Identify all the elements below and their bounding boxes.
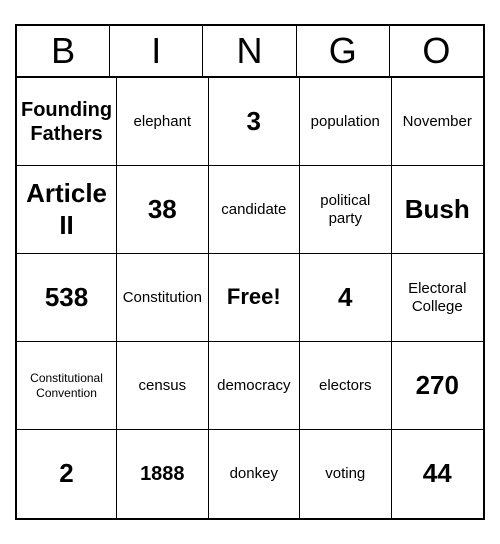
bingo-cell: donkey — [209, 430, 300, 518]
bingo-cell: Free! — [209, 254, 300, 342]
bingo-cell: democracy — [209, 342, 300, 430]
bingo-header: BINGO — [17, 26, 483, 78]
bingo-cell: Constitution — [117, 254, 208, 342]
bingo-cell: 270 — [392, 342, 483, 430]
header-letter: G — [297, 26, 390, 76]
bingo-cell: elephant — [117, 78, 208, 166]
bingo-cell: census — [117, 342, 208, 430]
bingo-cell: 538 — [17, 254, 117, 342]
header-letter: N — [203, 26, 296, 76]
header-letter: B — [17, 26, 110, 76]
bingo-card: BINGO Founding Fatherselephant3populatio… — [15, 24, 485, 520]
bingo-cell: Constitutional Convention — [17, 342, 117, 430]
bingo-cell: 2 — [17, 430, 117, 518]
bingo-cell: population — [300, 78, 391, 166]
bingo-cell: political party — [300, 166, 391, 254]
bingo-cell: Founding Fathers — [17, 78, 117, 166]
bingo-cell: 44 — [392, 430, 483, 518]
bingo-cell: Article II — [17, 166, 117, 254]
bingo-cell: Electoral College — [392, 254, 483, 342]
bingo-cell: electors — [300, 342, 391, 430]
bingo-grid: Founding Fatherselephant3populationNovem… — [17, 78, 483, 518]
header-letter: I — [110, 26, 203, 76]
header-letter: O — [390, 26, 483, 76]
bingo-cell: 1888 — [117, 430, 208, 518]
bingo-cell: Bush — [392, 166, 483, 254]
bingo-cell: 3 — [209, 78, 300, 166]
bingo-cell: voting — [300, 430, 391, 518]
bingo-cell: candidate — [209, 166, 300, 254]
bingo-cell: 4 — [300, 254, 391, 342]
bingo-cell: 38 — [117, 166, 208, 254]
bingo-cell: November — [392, 78, 483, 166]
